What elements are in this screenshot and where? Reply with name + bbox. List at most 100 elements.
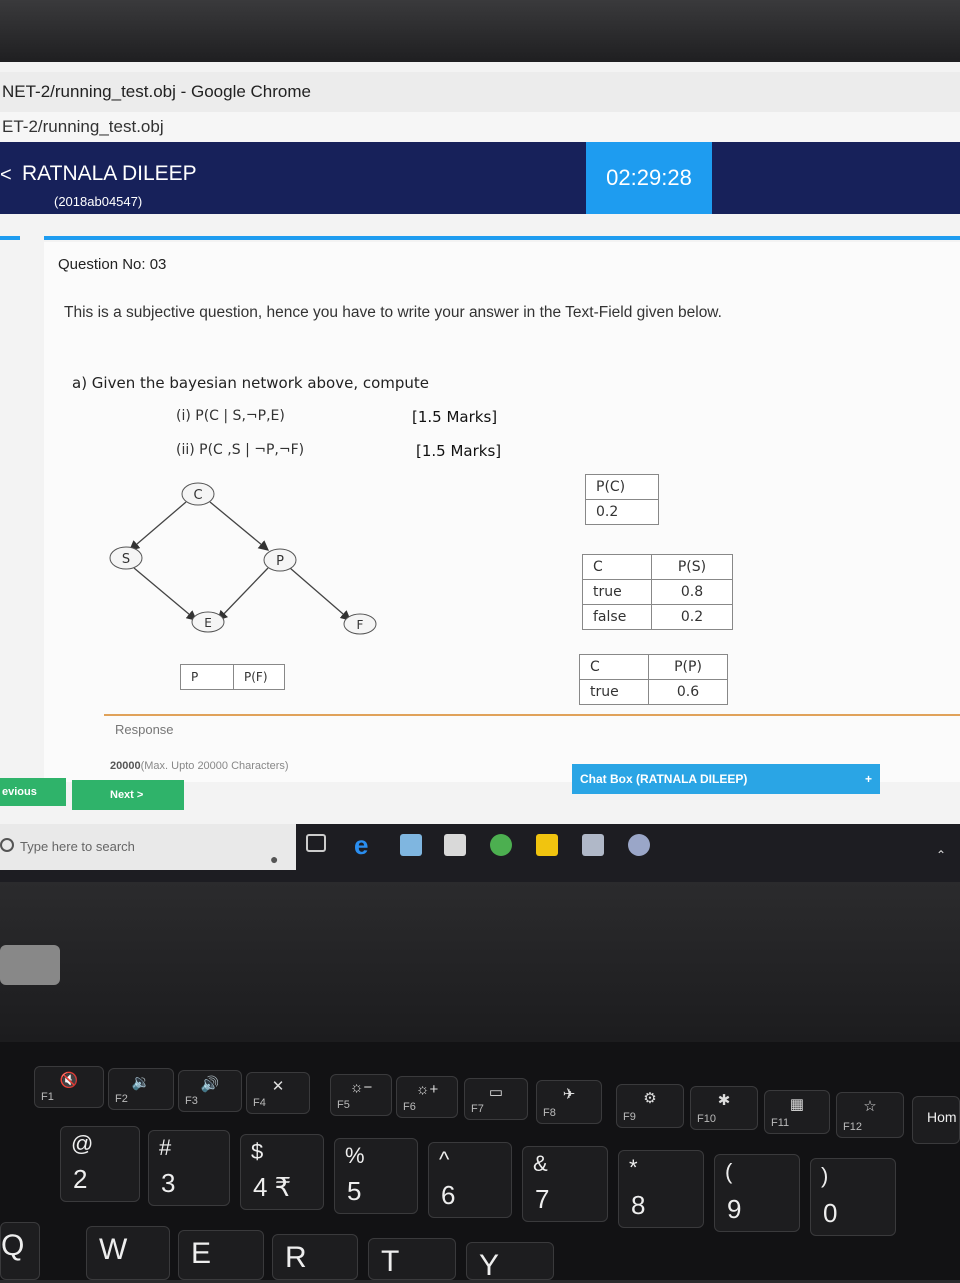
cpt-pf-col-p: P (180, 664, 234, 690)
key-t[interactable]: T (368, 1238, 456, 1280)
app-icon[interactable] (628, 834, 650, 856)
key-f5[interactable]: ☼− F5 (330, 1074, 392, 1116)
key-q[interactable]: Q (0, 1222, 40, 1280)
key-7[interactable]: & 7 (522, 1146, 608, 1222)
taskbar-search-input[interactable]: Type here to search ● (0, 824, 296, 870)
exam-timer: 02:29:28 (586, 142, 712, 214)
bluetooth-icon: ✱ (717, 1092, 731, 1109)
key-y[interactable]: Y (466, 1242, 554, 1282)
key-3[interactable]: #3 (148, 1130, 230, 1206)
key-0[interactable]: ) 0 (810, 1158, 896, 1236)
key-f7[interactable]: ▭ F7 (464, 1078, 528, 1120)
cpt-ps-cell: 0.8 (651, 579, 733, 605)
response-divider (104, 714, 960, 716)
question-number: Question No: 03 (58, 256, 167, 273)
key-f12[interactable]: ☆ F12 (836, 1092, 904, 1138)
cpt-pp-cell: 0.6 (648, 679, 728, 705)
key-f2[interactable]: 🔉 F2 (108, 1068, 174, 1110)
question-instruction: This is a subjective question, hence you… (64, 304, 722, 321)
node-s-label: S (122, 552, 130, 567)
edge-browser-icon[interactable]: e (354, 832, 376, 858)
search-placeholder: Type here to search (20, 839, 135, 854)
volume-down-icon: 🔉 (131, 1074, 151, 1091)
edge-p-f (289, 567, 351, 621)
cpt-pp-col-c: C (579, 654, 649, 680)
app-icon[interactable] (582, 834, 604, 856)
key-8[interactable]: * 8 (618, 1150, 704, 1228)
key-w[interactable]: W (86, 1226, 170, 1280)
cpt-ps-col-c: C (582, 554, 652, 580)
chat-box-toggle[interactable]: Chat Box (RATNALA DILEEP) + (572, 764, 880, 794)
cpt-ps-cell: 0.2 (651, 604, 733, 630)
laptop-bezel-top (0, 0, 960, 62)
airplane-mode-icon: ✈ (562, 1086, 576, 1103)
node-f-label: F (357, 618, 364, 632)
key-f3[interactable]: 🔊 F3 (178, 1070, 242, 1112)
key-f1[interactable]: 🔇 F1 (34, 1066, 104, 1108)
task-view-icon[interactable] (306, 834, 326, 852)
plus-icon[interactable]: + (865, 764, 872, 794)
browser-title-bar: NET-2/running_test.obj - Google Chrome (0, 72, 960, 112)
sticky-notes-icon[interactable] (536, 834, 558, 856)
chrome-icon[interactable] (490, 834, 512, 856)
cpt-ps-cell: true (582, 579, 652, 605)
key-2[interactable]: @2 (60, 1126, 140, 1202)
volume-up-icon: 🔊 (200, 1076, 220, 1093)
next-button[interactable]: Next > (72, 780, 184, 810)
star-icon: ☆ (863, 1098, 877, 1115)
node-p: P (263, 548, 297, 572)
cpt-pp-table: C P(P) true 0.6 (579, 654, 728, 705)
key-f9[interactable]: ⚙ F9 (616, 1084, 684, 1128)
key-home[interactable]: Hom (912, 1096, 960, 1144)
cpt-ps-cell: false (582, 604, 652, 630)
question-part-1: (i) P(C | S,¬P,E) (176, 408, 285, 424)
candidate-id: (2018ab04547) (54, 194, 143, 209)
laptop-bezel-bottom (0, 882, 960, 1042)
system-tray-chevron-icon[interactable]: ⌃ (936, 848, 946, 862)
node-e: E (191, 611, 225, 633)
question-part-2-marks: [1.5 Marks] (416, 442, 502, 460)
character-counter: 20000(Max. Upto 20000 Characters) (110, 760, 289, 772)
mute-icon: 🔇 (59, 1072, 79, 1089)
key-9[interactable]: (9 (714, 1154, 800, 1232)
node-c: C (181, 482, 215, 506)
divider (44, 236, 960, 240)
exam-header: < RATNALA DILEEP (2018ab04547) (0, 142, 960, 214)
laptop-hinge (0, 945, 60, 985)
chevron-left-icon[interactable]: < (0, 164, 12, 187)
character-limit-note: (Max. Upto 20000 Characters) (140, 760, 289, 772)
key-f8[interactable]: ✈ F8 (536, 1080, 602, 1124)
key-f4[interactable]: ✕ F4 (246, 1072, 310, 1114)
key-e[interactable]: E (178, 1230, 264, 1280)
chat-box-label: Chat Box (RATNALA DILEEP) (580, 772, 748, 786)
key-4[interactable]: $4 ₹ (240, 1134, 324, 1210)
laptop-screen: NET-2/running_test.obj - Google Chrome E… (0, 62, 960, 882)
key-f11[interactable]: ▦ F11 (764, 1090, 830, 1134)
browser-address[interactable]: ET-2/running_test.obj (0, 112, 960, 143)
key-f6[interactable]: ☼+ F6 (396, 1076, 458, 1118)
bayesian-network-diagram: C S P E F (109, 482, 377, 635)
cpt-ps-col-ps: P(S) (651, 554, 733, 580)
key-f10[interactable]: ✱ F10 (690, 1086, 758, 1130)
question-part-1-marks: [1.5 Marks] (412, 408, 498, 426)
node-s: S (109, 546, 143, 570)
node-c-label: C (193, 488, 202, 503)
edge-s-e (133, 567, 197, 621)
node-e-label: E (204, 616, 212, 630)
key-r[interactable]: R (272, 1234, 358, 1280)
key-6[interactable]: ^ 6 (428, 1142, 512, 1218)
mic-mute-icon: ✕ (271, 1078, 285, 1095)
divider (0, 236, 20, 240)
brightness-down-icon: ☼− (349, 1079, 373, 1096)
store-icon[interactable] (444, 834, 466, 856)
cpt-pp-col-pp: P(P) (648, 654, 728, 680)
key-5[interactable]: % 5 (334, 1138, 418, 1214)
windows-taskbar: Type here to search ● e ⌃ (0, 824, 960, 882)
search-icon (0, 838, 14, 852)
previous-button[interactable]: evious (0, 778, 66, 806)
microphone-icon[interactable]: ● (270, 836, 278, 882)
file-explorer-icon[interactable] (400, 834, 422, 856)
brightness-up-icon: ☼+ (415, 1081, 439, 1098)
cpt-pf-col-pf: P(F) (233, 664, 285, 690)
edge-p-e (217, 567, 269, 621)
